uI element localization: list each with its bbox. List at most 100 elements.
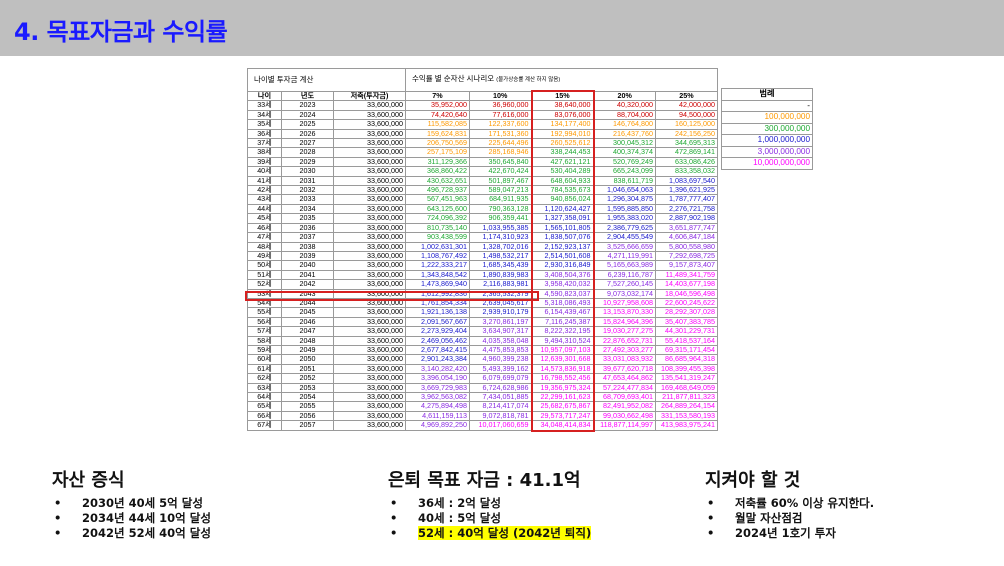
table-row: 59세 2049 33,600,000 2,677,842,415 4,475,853,…: [247, 344, 718, 356]
table-body: 33세 2023 33,600,000 35,952,000 36,960,000 38,…: [247, 100, 718, 432]
table-cell: 1,108,767,492: [405, 250, 470, 262]
table-cell: 33,600,000: [333, 382, 406, 394]
table-cell: 833,358,032: [655, 166, 718, 177]
table-cell: 54세: [247, 297, 282, 309]
table-cell: 906,359,441: [469, 213, 532, 224]
table-cell: 69,315,171,454: [655, 344, 718, 356]
table-cell: 33,600,000: [333, 269, 406, 281]
column-header: 년도: [281, 90, 334, 102]
table-cell: 40,320,000: [593, 100, 656, 111]
table-cell: 2046: [281, 316, 334, 328]
table-row: 61세 2051 33,600,000 3,140,282,420 5,493,399,…: [247, 363, 718, 375]
table-cell: 33,600,000: [333, 410, 406, 422]
table-cell: 1,612,992,836: [405, 288, 470, 299]
table-cell: 55세: [247, 307, 282, 318]
legend-item: 10,000,000,000: [721, 157, 813, 170]
table-cell: 122,337,600: [469, 119, 532, 130]
table-cell: 33,600,000: [333, 213, 406, 224]
bullet-item: 저축률 60% 이상 유지한다.: [705, 496, 874, 511]
table-cell: 2050: [281, 354, 334, 365]
table-header-row: 나이 년도 저축(투자금) 7% 10% 15% 20% 25%: [247, 90, 718, 102]
column-header: 15%: [530, 90, 595, 102]
table-cell: 2049: [281, 344, 334, 356]
table-cell: 1,890,839,983: [469, 269, 532, 281]
bullet-text: 2024년 1호기 투자: [735, 526, 836, 540]
table-cell: 2031: [281, 175, 334, 187]
table-cell: 331,153,580,193: [655, 410, 718, 422]
table-cell: 35,407,383,785: [655, 316, 718, 328]
table-cell: 285,168,946: [469, 147, 532, 158]
table-cell: 3,651,877,747: [655, 222, 718, 234]
table-cell: 9,072,818,781: [469, 410, 532, 422]
table-cell: 33,600,000: [333, 373, 406, 384]
table-cell: 2,677,842,415: [405, 344, 470, 356]
table-cell: 83,076,000: [530, 109, 595, 121]
table-cell: 55,418,537,164: [655, 335, 718, 346]
legend-item: 300,000,000: [721, 122, 813, 135]
table-cell: 16,798,552,456: [530, 373, 595, 384]
table-cell: 15,824,964,396: [593, 316, 656, 328]
table-cell: 430,632,651: [405, 175, 470, 187]
table-cell: 1,343,848,542: [405, 269, 470, 281]
table-cell: 2040: [281, 260, 334, 271]
table-cell: 108,399,455,398: [655, 363, 718, 375]
table-cell: 413,983,975,241: [655, 420, 718, 432]
table-cell: 1,473,869,940: [405, 279, 470, 290]
table-cell: 41세: [247, 175, 282, 187]
table-cell: 4,035,358,048: [469, 335, 532, 346]
table-cell: 3,408,504,376: [530, 269, 595, 281]
table-cell: 1,498,532,217: [469, 250, 532, 262]
asset-growth-list: 2030년 40세 5억 달성2034년 44세 10억 달성2042년 52세…: [52, 496, 211, 541]
table-cell: 40세: [247, 166, 282, 177]
table-cell: 3,634,907,317: [469, 326, 532, 337]
table-row: 55세 2045 33,600,000 1,921,136,138 2,939,910,…: [247, 307, 718, 318]
table-cell: 2030: [281, 166, 334, 177]
table-cell: 567,451,963: [405, 194, 470, 205]
table-cell: 33,600,000: [333, 138, 406, 149]
table-cell: 33,600,000: [333, 363, 406, 375]
table-cell: 1,921,136,138: [405, 307, 470, 318]
section-right-title: 수익률 별 순자산 시나리오: [412, 74, 495, 83]
table-cell: 56세: [247, 316, 282, 328]
table-cell: 1,396,621,925: [655, 185, 718, 196]
table-cell: 2045: [281, 307, 334, 318]
table-cell: 12,639,301,668: [530, 354, 595, 365]
table-cell: 1,120,624,427: [530, 203, 595, 215]
table-cell: 8,214,417,074: [469, 401, 532, 412]
table-cell: 368,860,422: [405, 166, 470, 177]
table-cell: 2,116,883,981: [469, 279, 532, 290]
table-row: 33세 2023 33,600,000 35,952,000 36,960,000 38,…: [247, 100, 718, 111]
table-cell: 2039: [281, 250, 334, 262]
table-cell: 3,962,563,082: [405, 391, 470, 403]
table-cell: 11,489,341,759: [655, 269, 718, 281]
table-cell: 50세: [247, 260, 282, 271]
table-cell: 19,030,277,275: [593, 326, 656, 337]
table-cell: 2,276,721,758: [655, 203, 718, 215]
table-cell: 4,611,159,113: [405, 410, 470, 422]
legend-item: 100,000,000: [721, 111, 813, 124]
table-cell: 9,157,873,407: [655, 260, 718, 271]
table-cell: 44,301,229,731: [655, 326, 718, 337]
table-cell: 2055: [281, 401, 334, 412]
table-cell: 45세: [247, 213, 282, 224]
table-cell: 427,621,121: [530, 156, 595, 168]
bullet-item: 36세 : 2억 달성: [388, 496, 591, 511]
table-cell: 784,535,673: [530, 185, 595, 196]
table-row: 53세 2043 33,600,000 1,612,992,836 2,365,532,…: [247, 288, 718, 299]
table-cell: 2,901,243,384: [405, 354, 470, 365]
table-cell: 2,365,532,379: [469, 288, 532, 299]
table-cell: 134,177,400: [530, 119, 595, 130]
table-cell: 61세: [247, 363, 282, 375]
column-header: 7%: [405, 90, 470, 102]
table-cell: 33,600,000: [333, 420, 406, 432]
table-row: 46세 2036 33,600,000 810,735,140 1,033,955,38…: [247, 222, 718, 234]
table-cell: 4,960,399,238: [469, 354, 532, 365]
table-row: 50세 2040 33,600,000 1,222,333,217 1,685,345,…: [247, 260, 718, 271]
table-row: 66세 2056 33,600,000 4,611,159,113 9,072,818,…: [247, 410, 718, 422]
table-cell: 36세: [247, 128, 282, 140]
table-cell: 5,318,086,493: [530, 297, 595, 309]
table-cell: 3,525,666,659: [593, 241, 656, 252]
bullet-text: 2034년 44세 10억 달성: [82, 511, 211, 525]
table-cell: 3,669,729,983: [405, 382, 470, 394]
table-cell: 350,645,840: [469, 156, 532, 168]
